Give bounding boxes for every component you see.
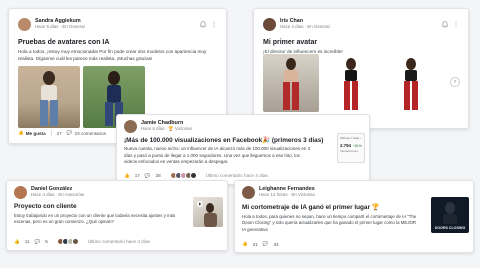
avatar[interactable] (242, 186, 255, 199)
post-title[interactable]: Proyecto con cliente (14, 203, 220, 210)
like-count: 21 (252, 241, 258, 247)
like-count: 17 (134, 173, 140, 178)
stats-period[interactable]: Últimos 7 días ↓ (340, 136, 362, 140)
post-image-gym-2[interactable] (323, 54, 379, 112)
post-title[interactable]: ¡Más de 100.000 visualizaciones en Faceb… (124, 136, 362, 144)
last-comment: Último comentario hace 4 días (87, 239, 150, 244)
stats-widget: Últimos 7 días ↓ 2.794 +81% Interaccione… (337, 133, 365, 163)
stats-value: 2.794 (340, 143, 351, 148)
post-card-leighanne[interactable]: Leighanne Fernandes Hace 12 horas · En V… (234, 180, 474, 253)
thumbs-up-icon[interactable]: 👍 (242, 241, 248, 247)
comment-count[interactable]: 34 (274, 242, 279, 247)
thumbs-up-icon[interactable]: 👍 (14, 239, 20, 245)
commenter-avatars (169, 172, 197, 179)
bell-icon[interactable] (441, 15, 449, 33)
post-body: Hola a todos, ¡estoy muy emocionada! Por… (18, 49, 207, 61)
post-body: Estoy trabajando en un proyecto con un c… (14, 213, 176, 225)
comment-icon[interactable]: 💬 (145, 173, 151, 179)
comment-icon[interactable]: 💬 (67, 130, 73, 136)
commenter-avatars (56, 238, 79, 245)
avatar[interactable] (14, 186, 27, 199)
post-meta: Hace 12 horas · En Victorias (259, 192, 315, 198)
comment-icon[interactable]: 💬 (35, 239, 41, 245)
like-label[interactable]: Me gusta (26, 131, 46, 136)
post-card-jamie[interactable]: Jamie Chadburn Hace 6 días · 🏆 Victorias… (116, 114, 370, 185)
stats-change: +81% (353, 144, 362, 148)
post-image-gym-1[interactable] (263, 54, 319, 112)
like-count: 11 (24, 239, 30, 244)
post-title[interactable]: Mi primer avatar (263, 39, 459, 46)
thumbnail-caption: DOORS CLOSING (434, 226, 466, 230)
bell-icon[interactable] (199, 15, 207, 33)
post-meta: Hace 6 días · 🏆 Victorias (141, 126, 192, 132)
carousel-next-button[interactable]: › (450, 77, 460, 87)
post-body: Hola a todos, para quienes no sepan, hac… (242, 214, 417, 232)
post-meta: Hace 4 días · En Asesorías (31, 192, 85, 198)
comment-count[interactable]: 23 comentarios (75, 131, 106, 136)
post-meta: Hace 4 días · En General (280, 23, 330, 29)
thumbs-up-icon[interactable]: 👍 (18, 130, 24, 136)
more-options-icon[interactable]: ⋮ (453, 21, 459, 28)
divider (50, 130, 52, 136)
post-card-iris[interactable]: Iris Chan Hace 4 días · En General ⋮ Mi … (253, 8, 469, 129)
post-image-gym-3[interactable] (383, 54, 439, 112)
comment-count[interactable]: 5 (45, 239, 48, 244)
post-body: Nueva cuenta, nuevo nicho: un influencer… (124, 146, 311, 165)
comment-icon[interactable]: 💬 (263, 241, 269, 247)
thumbs-up-icon[interactable]: 👍 (124, 173, 130, 179)
more-options-icon[interactable]: ⋮ (211, 21, 217, 28)
like-count: 27 (56, 130, 62, 136)
post-title[interactable]: Pruebas de avatares con IA (18, 39, 217, 46)
avatar[interactable] (124, 120, 137, 133)
post-meta: Hace 5 días · En General (35, 23, 85, 29)
last-comment: Último comentario hace 4 días (205, 173, 268, 178)
post-video-thumbnail[interactable]: DOORS CLOSING (431, 197, 469, 233)
avatar[interactable] (18, 17, 31, 31)
post-card-daniel[interactable]: Daniel González Hace 4 días · En Asesorí… (6, 180, 228, 251)
post-video-thumbnail[interactable] (193, 197, 223, 227)
avatar[interactable] (263, 17, 276, 31)
post-image-woman-jeans[interactable] (18, 66, 80, 128)
stats-label: Interacciones (340, 149, 358, 153)
comment-count[interactable]: 28 (156, 173, 161, 178)
